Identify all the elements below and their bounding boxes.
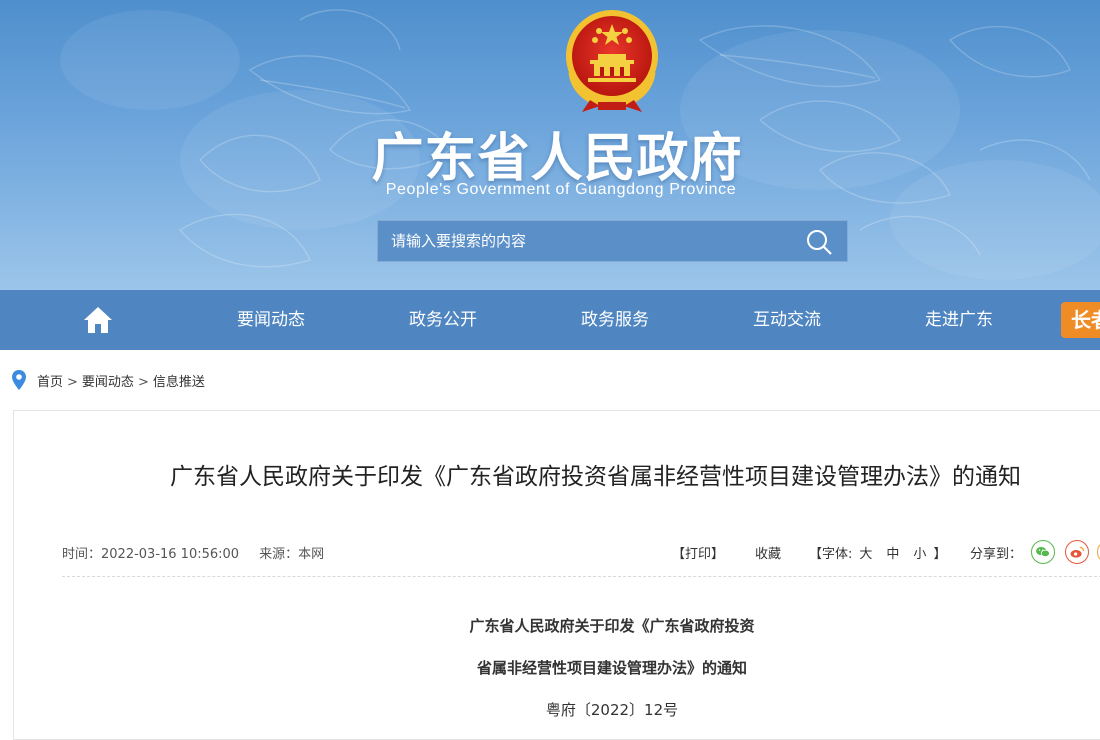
doc-number: 粤府〔2022〕12号 — [545, 701, 679, 719]
font-size-control: 【字体: 大中小】 — [809, 543, 946, 562]
favorite-link[interactable]: 收藏 — [755, 543, 781, 562]
article-meta: 时间：2022-03-16 10:56:00 来源：本网 — [62, 543, 344, 562]
site-header: 广东省人民政府 People's Government of Guangdong… — [0, 0, 1100, 290]
search-input[interactable] — [378, 221, 788, 261]
search-icon[interactable] — [805, 229, 833, 255]
wechat-share-icon[interactable] — [1031, 540, 1055, 564]
breadcrumb-separator: > — [137, 375, 149, 390]
nav-item-interaction[interactable]: 互动交流 — [727, 290, 847, 350]
font-size-small[interactable]: 小 — [913, 547, 926, 562]
print-link[interactable]: 【打印】 — [672, 543, 724, 562]
share-label: 分享到： — [970, 547, 1023, 562]
publish-time: 时间：2022-03-16 10:56:00 — [62, 547, 240, 562]
breadcrumb-info-push[interactable]: 信息推送 — [153, 375, 205, 390]
font-size-medium[interactable]: 中 — [886, 547, 899, 562]
main-nav: 要闻动态 政务公开 政务服务 互动交流 走进广东 — [0, 290, 1100, 350]
site-subtitle: People's Government of Guangdong Provinc… — [385, 181, 737, 198]
article-title: 广东省人民政府关于印发《广东省政府投资省属非经营性项目建设管理办法》的通知 — [170, 464, 1021, 490]
doc-heading-line1: 广东省人民政府关于印发《广东省政府投资 — [469, 617, 755, 635]
meta-divider — [62, 576, 1100, 577]
nav-item-news[interactable]: 要闻动态 — [211, 290, 331, 350]
search-box — [377, 220, 848, 262]
breadcrumb-news[interactable]: 要闻动态 — [82, 375, 134, 390]
doc-heading-line2: 省属非经营性项目建设管理办法》的通知 — [476, 659, 747, 677]
national-emblem-icon — [566, 10, 658, 112]
breadcrumb-separator: > — [67, 375, 78, 390]
article-source: 来源：本网 — [259, 547, 325, 562]
location-pin-icon — [12, 370, 26, 390]
nav-item-gov-affairs[interactable]: 政务公开 — [383, 290, 503, 350]
elderly-mode-badge[interactable]: 长者 — [1061, 302, 1100, 338]
nav-item-gov-services[interactable]: 政务服务 — [555, 290, 675, 350]
weibo-share-icon[interactable] — [1065, 540, 1089, 564]
site-title: 广东省人民政府 — [371, 129, 743, 189]
font-size-label: 【字体: — [809, 547, 853, 562]
font-size-close: 】 — [933, 547, 947, 562]
nav-item-about-guangdong[interactable]: 走进广东 — [899, 290, 1019, 350]
font-size-large[interactable]: 大 — [859, 547, 872, 562]
breadcrumb-home[interactable]: 首页 — [37, 375, 63, 390]
home-icon[interactable] — [82, 305, 114, 335]
